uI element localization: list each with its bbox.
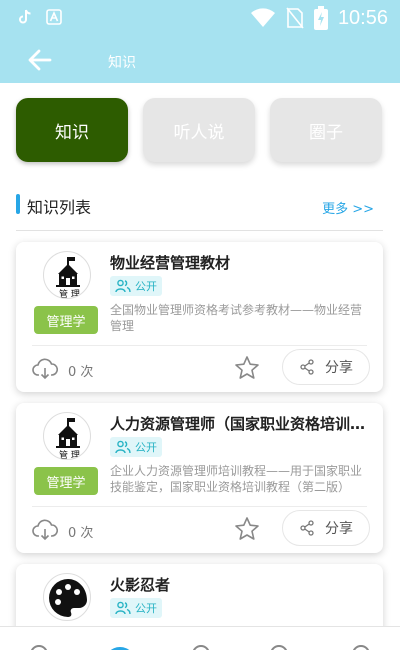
bottom-nav bbox=[0, 626, 400, 650]
share-icon bbox=[300, 520, 314, 536]
app-notification-icon bbox=[46, 9, 62, 25]
tab-listen[interactable]: 听人说 bbox=[143, 98, 255, 162]
nav-home-icon[interactable] bbox=[30, 645, 48, 650]
more-link[interactable]: 更多 >> bbox=[322, 198, 374, 217]
share-button[interactable]: 分享 bbox=[282, 510, 370, 546]
card-description: 企业人力资源管理师培训教程——用于国家职业技能鉴定，国家职业资格培训教程（第二版… bbox=[110, 464, 363, 494]
share-icon bbox=[300, 359, 314, 375]
star-icon[interactable] bbox=[234, 516, 260, 542]
public-label: 公开 bbox=[135, 280, 157, 293]
tiktok-icon bbox=[19, 9, 31, 24]
status-bar: 10:56 bbox=[0, 0, 400, 38]
public-users-icon bbox=[115, 440, 131, 454]
card-divider bbox=[32, 345, 367, 346]
knowledge-card[interactable]: 管 理 管理学 人力资源管理师（国家职业资格培训教程） 公开 企业人力资源管理师… bbox=[16, 403, 383, 553]
category-badge: 管理学 bbox=[34, 306, 98, 334]
download-cloud-icon[interactable] bbox=[32, 358, 58, 380]
nav-globe-icon[interactable] bbox=[270, 645, 288, 650]
page-title: 知识 bbox=[108, 55, 136, 71]
section-title: 知识列表 bbox=[27, 198, 92, 217]
tab-knowledge[interactable]: 知识 bbox=[16, 98, 128, 162]
tab-bar: 知识 听人说 圈子 bbox=[16, 98, 382, 162]
school-building-icon: 管 理 bbox=[56, 418, 80, 460]
svg-text:管 理: 管 理 bbox=[59, 449, 80, 460]
card-description: 全国物业管理师资格考试参考教材——物业经营管理 bbox=[110, 303, 363, 333]
svg-text:管 理: 管 理 bbox=[59, 288, 80, 299]
public-label: 公开 bbox=[135, 602, 157, 615]
nav-profile-icon[interactable] bbox=[352, 645, 370, 650]
tab-label: 圈子 bbox=[309, 122, 343, 143]
share-button[interactable]: 分享 bbox=[282, 349, 370, 385]
card-avatar bbox=[43, 573, 91, 621]
share-label: 分享 bbox=[325, 521, 353, 537]
public-users-icon bbox=[115, 601, 131, 615]
back-arrow-icon[interactable] bbox=[26, 46, 54, 74]
public-users-icon bbox=[115, 279, 131, 293]
knowledge-card[interactable]: 管 理 管理学 物业经营管理教材 公开 全国物业管理师资格考试参考教材——物业经… bbox=[16, 242, 383, 392]
section-accent-bar bbox=[16, 194, 20, 214]
share-label: 分享 bbox=[325, 360, 353, 376]
nav-discover-icon[interactable] bbox=[192, 645, 210, 650]
tab-label: 听人说 bbox=[173, 122, 225, 143]
school-building-icon: 管 理 bbox=[56, 257, 80, 299]
star-icon[interactable] bbox=[234, 355, 260, 381]
app-bar: 知识 bbox=[0, 42, 400, 80]
tab-circle[interactable]: 圈子 bbox=[270, 98, 382, 162]
card-title: 火影忍者 bbox=[110, 576, 171, 594]
no-sim-icon bbox=[286, 7, 304, 29]
card-title: 人力资源管理师（国家职业资格培训教程） bbox=[110, 415, 378, 433]
public-badge: 公开 bbox=[110, 598, 162, 618]
tab-label: 知识 bbox=[55, 122, 89, 143]
palette-icon bbox=[49, 579, 87, 617]
section-divider bbox=[16, 230, 383, 231]
card-divider bbox=[32, 506, 367, 507]
status-time: 10:56 bbox=[337, 6, 388, 29]
battery-charging-icon bbox=[313, 6, 328, 30]
download-count: 0 次 bbox=[68, 365, 94, 380]
card-title: 物业经营管理教材 bbox=[110, 254, 231, 272]
category-badge: 管理学 bbox=[34, 467, 98, 495]
wifi-icon bbox=[250, 8, 275, 27]
download-cloud-icon[interactable] bbox=[32, 519, 58, 541]
top-bar: 10:56 知识 bbox=[0, 0, 400, 83]
card-avatar: 管 理 bbox=[43, 251, 91, 299]
public-label: 公开 bbox=[135, 441, 157, 454]
public-badge: 公开 bbox=[110, 276, 162, 296]
card-avatar: 管 理 bbox=[43, 412, 91, 460]
download-count: 0 次 bbox=[68, 526, 94, 541]
public-badge: 公开 bbox=[110, 437, 162, 457]
